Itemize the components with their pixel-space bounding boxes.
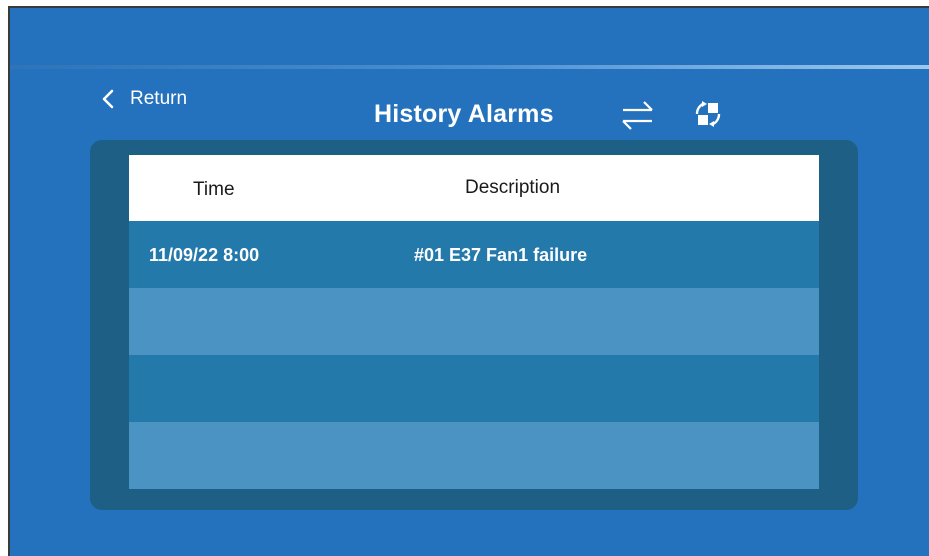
table-row[interactable]: [129, 355, 819, 422]
table-row[interactable]: [129, 288, 819, 355]
table-row[interactable]: 11/09/22 8:00 #01 E37 Fan1 failure: [129, 221, 819, 288]
swap-arrows-icon[interactable]: [619, 97, 657, 133]
table-row[interactable]: [129, 422, 819, 489]
top-divider: [10, 65, 929, 69]
table-header: Time Description: [129, 155, 819, 221]
chevron-left-icon: [102, 89, 114, 109]
column-header-time: Time: [193, 179, 235, 200]
column-header-description: Description: [465, 177, 561, 198]
alarm-table: Time Description 11/09/22 8:00 #01 E37 F…: [129, 155, 819, 489]
rotate-icon[interactable]: [692, 98, 724, 130]
alarm-panel: Time Description 11/09/22 8:00 #01 E37 F…: [90, 140, 858, 510]
row-description: #01 E37 Fan1 failure: [414, 245, 588, 265]
row-time: 11/09/22 8:00: [149, 245, 260, 265]
screen: Return History Alarms Time Description 1…: [8, 6, 929, 556]
return-label: Return: [130, 88, 188, 109]
return-button[interactable]: Return: [96, 86, 187, 112]
page-title: History Alarms: [374, 100, 554, 128]
